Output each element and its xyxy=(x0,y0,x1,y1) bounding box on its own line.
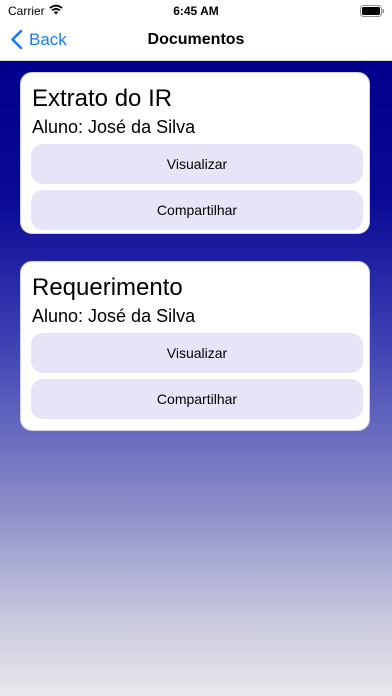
navigation-bar: Back Documentos xyxy=(0,22,392,61)
document-title: Extrato do IR xyxy=(32,85,173,112)
status-time: 6:45 AM xyxy=(173,4,219,18)
share-button[interactable]: Compartilhar xyxy=(31,190,363,230)
status-bar: Carrier 6:45 AM xyxy=(0,0,392,22)
back-label: Back xyxy=(29,29,67,49)
document-student: Aluno: José da Silva xyxy=(32,117,196,137)
share-button[interactable]: Compartilhar xyxy=(31,379,363,419)
documents-list: Extrato do IR Aluno: José da Silva Visua… xyxy=(0,61,392,696)
view-button[interactable]: Visualizar xyxy=(31,333,363,373)
document-card: Extrato do IR Aluno: José da Silva Visua… xyxy=(20,72,370,234)
document-card: Requerimento Aluno: José da Silva Visual… xyxy=(20,261,370,431)
chevron-left-icon xyxy=(11,29,23,50)
battery-icon xyxy=(360,5,385,17)
document-title: Requerimento xyxy=(32,274,183,301)
back-button[interactable]: Back xyxy=(10,29,67,50)
document-student: Aluno: José da Silva xyxy=(32,306,196,326)
view-button[interactable]: Visualizar xyxy=(31,144,363,184)
